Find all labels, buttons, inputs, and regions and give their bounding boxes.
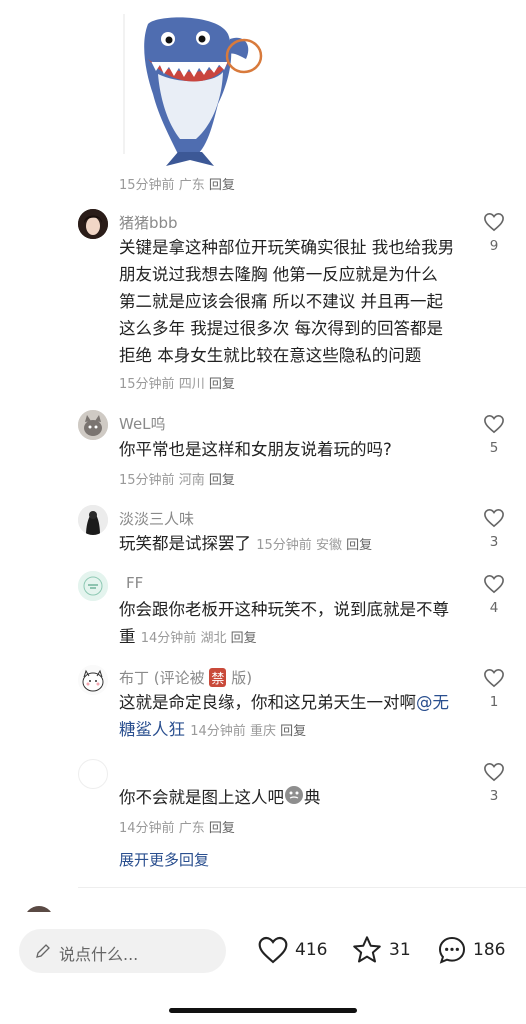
like-button[interactable]: 4 xyxy=(479,574,509,616)
meta-time: 15分钟前 xyxy=(256,538,312,553)
meta-location: 广东 xyxy=(178,178,205,193)
comment-text-content: 你不会就是图上这人吧 xyxy=(119,788,284,807)
reply-link[interactable]: 回复 xyxy=(280,724,306,739)
comment-meta: 14分钟前 重庆 回复 xyxy=(190,724,306,739)
meta-time: 15分钟前 xyxy=(119,178,175,193)
heart-icon xyxy=(484,508,504,528)
comment-username[interactable]: WeL呜 xyxy=(119,413,166,434)
reply-link[interactable]: 回复 xyxy=(209,178,235,193)
heart-icon xyxy=(484,762,504,782)
like-count: 4 xyxy=(489,600,499,616)
meta-location: 广东 xyxy=(178,821,205,836)
reply-link[interactable]: 回复 xyxy=(209,473,235,488)
meta-location: 河南 xyxy=(178,473,205,488)
like-button[interactable]: 5 xyxy=(479,414,509,456)
shark-illustration xyxy=(118,14,266,166)
reply-link[interactable]: 回复 xyxy=(209,821,235,836)
comment-input[interactable]: 说点什么... xyxy=(19,929,226,973)
star-icon xyxy=(353,936,381,963)
comment-meta: 14分钟前 广东 回复 xyxy=(119,817,235,836)
comment-meta: 15分钟前 河南 回复 xyxy=(119,469,235,488)
comment-text-content: 玩笑都是试探罢了 xyxy=(119,534,251,553)
favorite-button[interactable]: 31 xyxy=(351,933,415,967)
heart-icon xyxy=(484,574,504,594)
divider xyxy=(78,887,526,888)
meta-time: 14分钟前 xyxy=(140,631,197,646)
avatar[interactable] xyxy=(78,410,108,440)
comment-text: 你平常也是这样和女朋友说着玩的吗? xyxy=(119,436,459,463)
username-suffix: 版) xyxy=(231,669,253,687)
avatar-cat-icon xyxy=(78,410,108,440)
meta-time: 15分钟前 xyxy=(119,377,175,392)
comment-text-content: 这就是命定良缘，你和这兄弟天生一对啊 xyxy=(119,693,416,712)
ban-badge: 禁 xyxy=(209,668,227,687)
comments-button[interactable]: 186 xyxy=(436,933,516,967)
comment-meta: 15分钟前 安徽 回复 xyxy=(256,538,372,553)
like-post-button[interactable]: 416 xyxy=(257,933,327,967)
avatar[interactable] xyxy=(78,505,108,535)
reply-link[interactable]: 回复 xyxy=(231,631,257,646)
meta-location: 安徽 xyxy=(315,538,342,553)
pencil-icon xyxy=(36,944,50,958)
comment-username[interactable]: 猪猪bbb xyxy=(119,212,178,233)
comments-count: 186 xyxy=(473,940,506,960)
comment-text: 你会跟你老板开这种玩笑不，说到底就是不尊重 14分钟前 湖北 回复 xyxy=(119,596,459,652)
like-count: 3 xyxy=(489,534,499,550)
avatar[interactable] xyxy=(78,665,108,695)
heart-icon xyxy=(258,936,288,964)
meta-time: 14分钟前 xyxy=(119,821,175,836)
reply-link[interactable]: 回复 xyxy=(209,377,235,392)
comment-bubble-icon xyxy=(438,936,466,964)
comment-text-content: 你平常也是这样和女朋友说着玩的吗? xyxy=(119,440,392,459)
meta-location: 四川 xyxy=(178,377,205,392)
emoji-icon xyxy=(284,785,304,813)
like-count: 3 xyxy=(489,788,499,804)
favorite-count: 31 xyxy=(389,940,411,960)
avatar-cartoon-icon xyxy=(78,665,108,695)
comment-input-placeholder: 说点什么... xyxy=(59,945,139,964)
avatar-logo-icon xyxy=(78,571,108,601)
comment-text: 关键是拿这种部位开玩笑确实很扯 我也给我男朋友说过我想去隆胸 他第一反应就是为什… xyxy=(119,234,459,398)
avatar-girl-icon xyxy=(78,209,108,239)
comment-meta: 15分钟前 四川 回复 xyxy=(119,377,235,392)
heart-icon xyxy=(484,212,504,232)
like-button[interactable]: 1 xyxy=(479,668,509,710)
comment-username[interactable]: 淡淡三人味 xyxy=(119,508,194,529)
meta-time: 15分钟前 xyxy=(119,473,175,488)
comment-text: 玩笑都是试探罢了 15分钟前 安徽 回复 xyxy=(119,530,479,559)
expand-more-replies[interactable]: 展开更多回复 xyxy=(119,849,209,870)
like-button[interactable]: 3 xyxy=(479,508,509,550)
comment-username[interactable]: FF xyxy=(126,574,143,592)
avatar-person-icon xyxy=(78,505,108,535)
avatar[interactable] xyxy=(78,571,108,601)
comment-username[interactable]: 布丁 (评论被 禁 版) xyxy=(119,667,252,688)
like-count: 9 xyxy=(489,238,499,254)
comment-image-shark[interactable] xyxy=(118,14,266,166)
heart-icon xyxy=(484,414,504,434)
comment-text: 你不会就是图上这人吧 典 xyxy=(119,784,459,813)
like-count: 1 xyxy=(489,694,499,710)
prev-comment-meta: 15分钟前 广东 回复 xyxy=(119,174,235,193)
comment-meta: 14分钟前 湖北 回复 xyxy=(141,631,257,646)
comment-text: 这就是命定良缘，你和这兄弟天生一对啊@无糖鲨人狂 14分钟前 重庆 回复 xyxy=(119,689,459,745)
avatar[interactable] xyxy=(78,209,108,239)
meta-location: 湖北 xyxy=(200,631,227,646)
meta-location: 重庆 xyxy=(249,724,276,739)
like-post-count: 416 xyxy=(295,940,328,960)
like-button[interactable]: 9 xyxy=(479,212,509,254)
comment-text-tail: 典 xyxy=(304,788,321,807)
avatar[interactable] xyxy=(78,759,108,789)
like-button[interactable]: 3 xyxy=(479,762,509,804)
heart-icon xyxy=(484,668,504,688)
home-indicator xyxy=(169,1008,357,1013)
like-count: 5 xyxy=(489,440,499,456)
username-prefix: 布丁 (评论被 xyxy=(119,669,205,687)
comment-text-content: 关键是拿这种部位开玩笑确实很扯 我也给我男朋友说过我想去隆胸 他第一反应就是为什… xyxy=(119,238,455,365)
reply-link[interactable]: 回复 xyxy=(346,538,372,553)
meta-time: 14分钟前 xyxy=(190,724,246,739)
